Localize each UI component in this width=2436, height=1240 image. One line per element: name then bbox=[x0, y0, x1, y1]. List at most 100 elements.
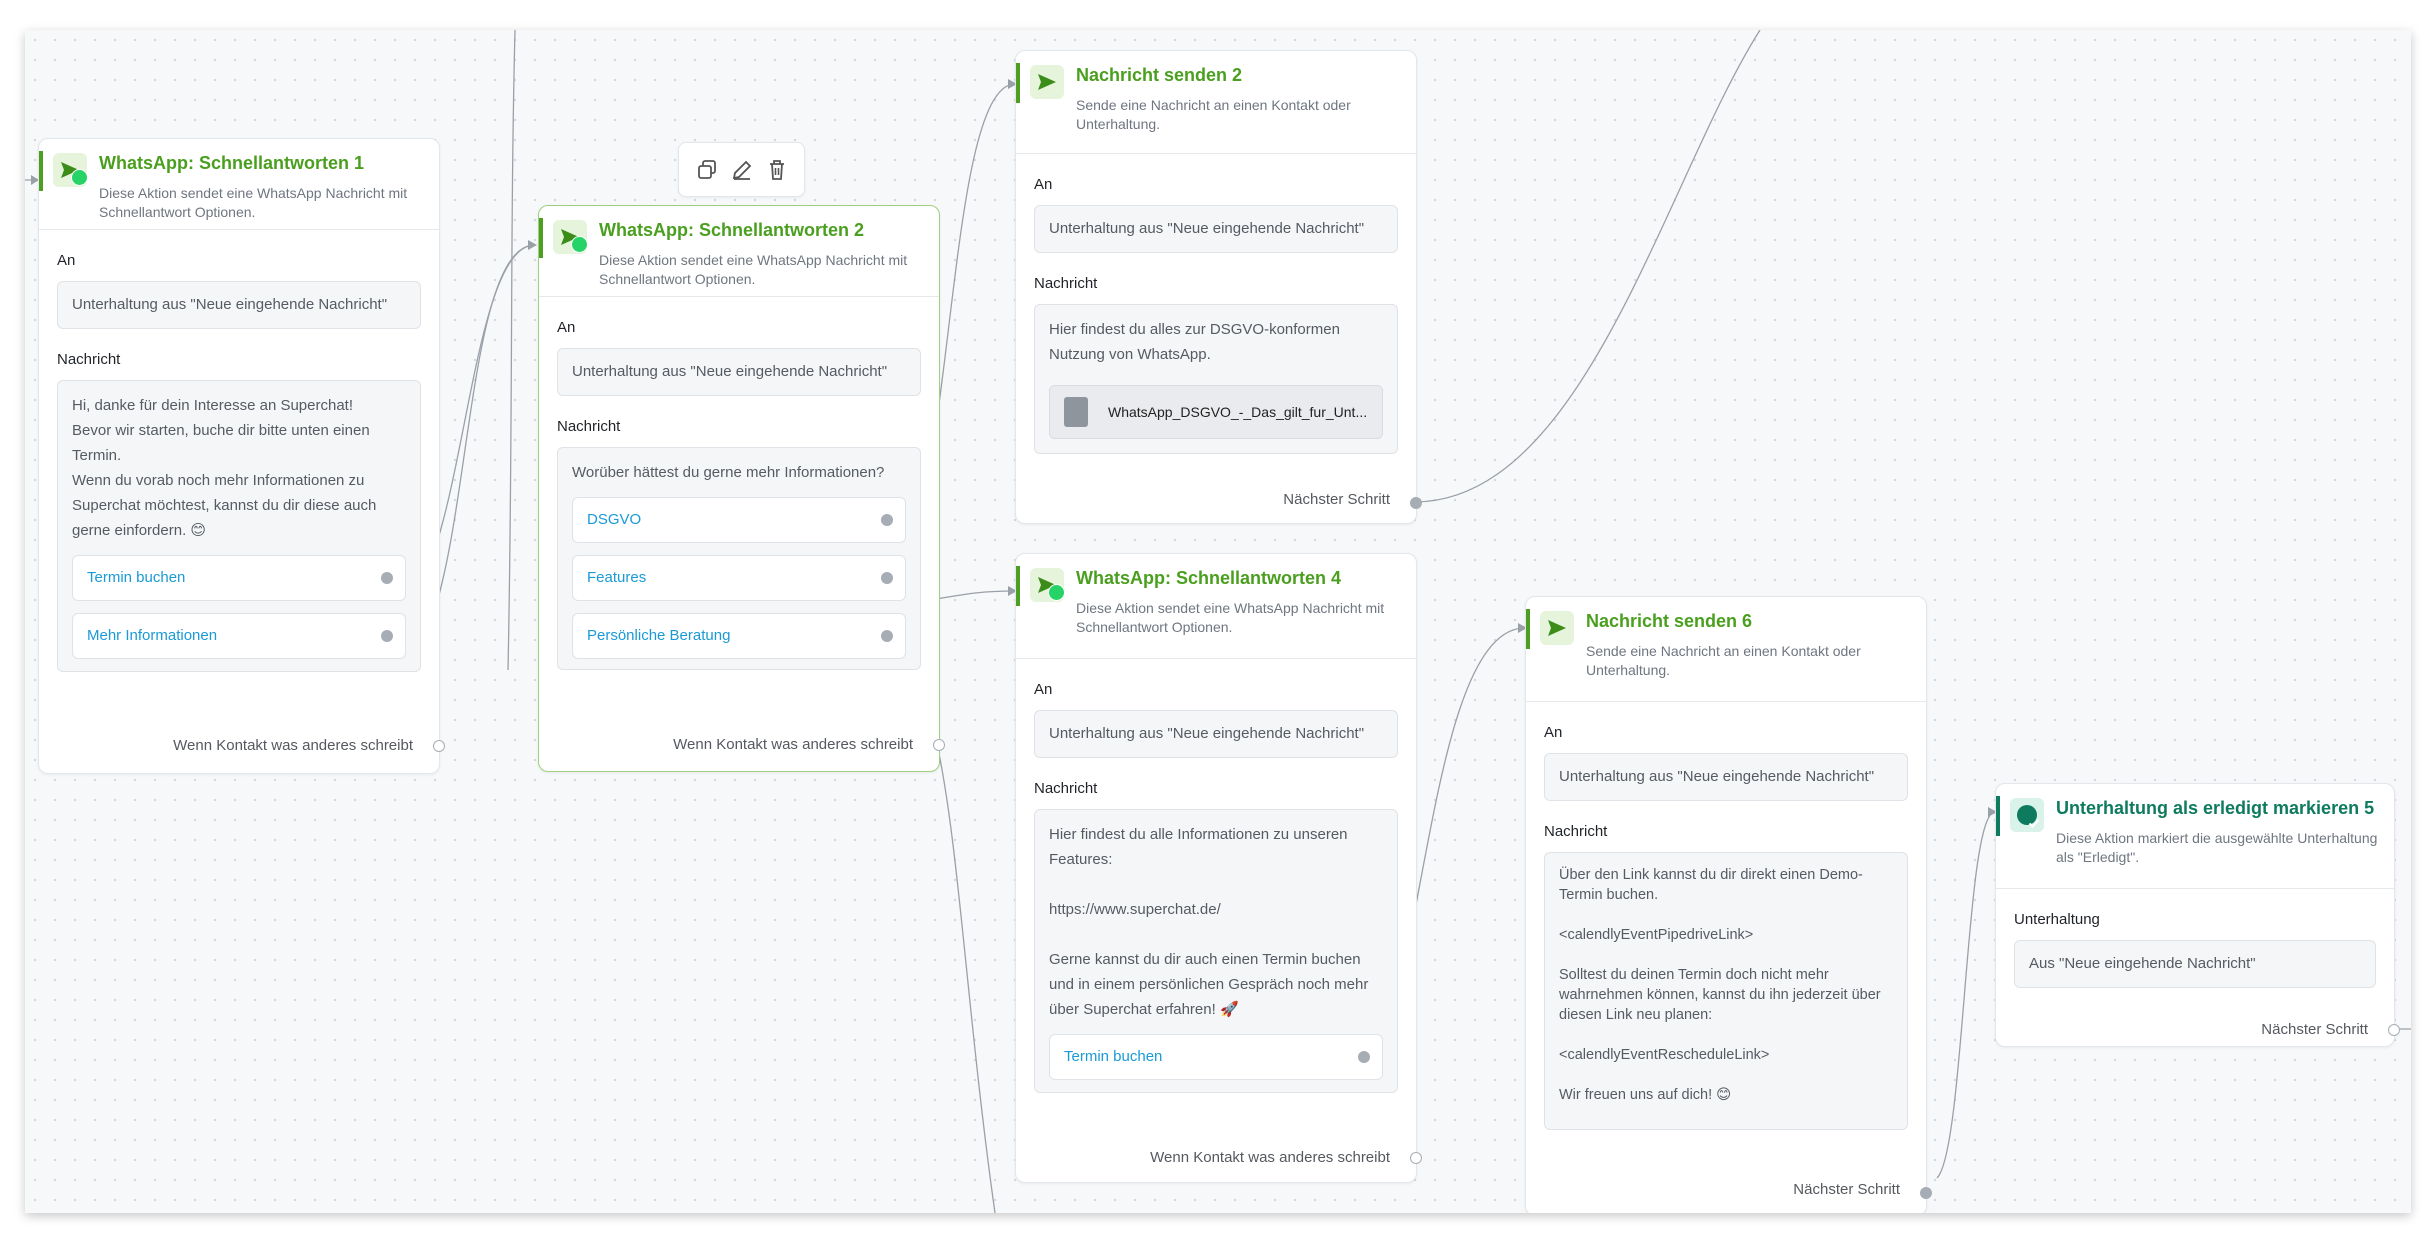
message-line bbox=[1049, 922, 1383, 947]
message-line: Solltest du deinen Termin doch nicht meh… bbox=[1559, 967, 1881, 1023]
message-line: Bevor wir starten, buche dir bitte unten… bbox=[72, 422, 370, 464]
duplicate-icon[interactable] bbox=[695, 158, 719, 182]
quick-reply-button[interactable]: Features bbox=[572, 555, 906, 601]
pdf-file-icon bbox=[1064, 397, 1088, 427]
next-step-label: Nächster Schritt bbox=[1283, 491, 1390, 508]
conversation-field[interactable]: Aus "Neue eingehende Nachricht" bbox=[2014, 940, 2376, 988]
node-title: Nachricht senden 6 bbox=[1586, 611, 1753, 631]
to-label: An bbox=[1034, 176, 1053, 193]
message-line: Wenn du vorab noch mehr Informationen zu… bbox=[72, 472, 377, 539]
message-label: Nachricht bbox=[57, 351, 121, 368]
message-line: Über den Link kannst du dir direkt einen… bbox=[1559, 867, 1863, 903]
to-field[interactable]: Unterhaltung aus "Neue eingehende Nachri… bbox=[1034, 710, 1398, 758]
whatsapp-icon bbox=[571, 236, 588, 253]
connector-handle[interactable] bbox=[881, 572, 893, 584]
node-unterhaltung-erledigt-5[interactable]: Unterhaltung als erledigt markieren 5 Di… bbox=[1995, 783, 2400, 1047]
connector-handle[interactable] bbox=[381, 572, 393, 584]
message-line: <calendlyEventRescheduleLink> bbox=[1559, 1047, 1770, 1063]
quick-reply-label: Mehr Informationen bbox=[87, 627, 218, 644]
flow-canvas[interactable]: WhatsApp: Schnellantworten 1 Diese Aktio… bbox=[25, 30, 2411, 1213]
connector-handle[interactable] bbox=[1920, 1187, 1932, 1199]
message-field[interactable]: Hier findest du alles zur DSGVO-konforme… bbox=[1034, 304, 1398, 454]
quick-reply-label: Persönliche Beratung bbox=[587, 627, 731, 644]
delete-icon[interactable] bbox=[765, 158, 789, 182]
message-field[interactable]: Über den Link kannst du dir direkt einen… bbox=[1544, 852, 1908, 1130]
message-field[interactable]: Worüber hättest du gerne mehr Informatio… bbox=[557, 447, 921, 670]
node-whatsapp-schnellantworten-2[interactable]: WhatsApp: Schnellantworten 2 Diese Aktio… bbox=[538, 205, 945, 772]
fallback-label: Wenn Kontakt was anderes schreibt bbox=[673, 736, 913, 753]
check-circle-icon bbox=[2010, 798, 2044, 832]
to-field[interactable]: Unterhaltung aus "Neue eingehende Nachri… bbox=[1034, 205, 1398, 253]
whatsapp-icon bbox=[71, 169, 88, 186]
message-line: Worüber hättest du gerne mehr Informatio… bbox=[572, 464, 885, 481]
connector-handle[interactable] bbox=[381, 630, 393, 642]
message-label: Nachricht bbox=[1544, 823, 1608, 840]
message-line bbox=[1049, 872, 1383, 897]
node-nachricht-senden-6[interactable]: Nachricht senden 6 Sende eine Nachricht … bbox=[1525, 596, 1932, 1213]
node-whatsapp-schnellantworten-4[interactable]: WhatsApp: Schnellantworten 4 Diese Aktio… bbox=[1015, 553, 1422, 1183]
to-label: An bbox=[57, 252, 76, 269]
connector-handle[interactable] bbox=[1410, 1152, 1422, 1164]
message-line bbox=[1559, 905, 1893, 925]
node-whatsapp-schnellantworten-1[interactable]: WhatsApp: Schnellantworten 1 Diese Aktio… bbox=[38, 138, 445, 774]
next-step-label: Nächster Schritt bbox=[1793, 1181, 1900, 1198]
edge-n5-next-to-n6 bbox=[1936, 811, 1996, 1179]
next-step-label: Nächster Schritt bbox=[2261, 1021, 2368, 1038]
message-label: Nachricht bbox=[557, 418, 621, 435]
message-line: Hier findest du alles zur DSGVO-konforme… bbox=[1049, 321, 1340, 363]
node-header: Unterhaltung als erledigt markieren 5 Di… bbox=[1996, 784, 2394, 889]
message-field[interactable]: Hier findest du alle Informationen zu un… bbox=[1034, 809, 1398, 1093]
node-title: Unterhaltung als erledigt markieren 5 bbox=[2056, 798, 2375, 818]
to-label: An bbox=[1544, 724, 1563, 741]
connector-handle[interactable] bbox=[433, 740, 445, 752]
node-description: Diese Aktion sendet eine WhatsApp Nachri… bbox=[99, 185, 408, 220]
quick-reply-button[interactable]: Persönliche Beratung bbox=[572, 613, 906, 659]
node-title: Nachricht senden 2 bbox=[1076, 65, 1243, 85]
quick-reply-button[interactable]: Termin buchen bbox=[1049, 1034, 1383, 1080]
to-field[interactable]: Unterhaltung aus "Neue eingehende Nachri… bbox=[57, 281, 421, 329]
connector-handle[interactable] bbox=[933, 739, 945, 751]
attachment-filename: WhatsApp_DSGVO_-_Das_gilt_fur_Unt... bbox=[1108, 404, 1368, 420]
message-line: Wir freuen uns auf dich! 😊 bbox=[1559, 1087, 1732, 1103]
fallback-label: Wenn Kontakt was anderes schreibt bbox=[1150, 1149, 1390, 1166]
message-line: Hier findest du alle Informationen zu un… bbox=[1049, 826, 1348, 868]
to-label: An bbox=[557, 319, 576, 336]
connector-handle[interactable] bbox=[881, 630, 893, 642]
quick-reply-button[interactable]: Mehr Informationen bbox=[72, 613, 406, 659]
node-header: Nachricht senden 6 Sende eine Nachricht … bbox=[1526, 597, 1926, 702]
node-description: Diese Aktion sendet eine WhatsApp Nachri… bbox=[1076, 600, 1385, 635]
pdf-attachment[interactable]: WhatsApp_DSGVO_-_Das_gilt_fur_Unt... bbox=[1049, 385, 1383, 439]
quick-reply-label: Features bbox=[587, 569, 647, 586]
fallback-label: Wenn Kontakt was anderes schreibt bbox=[173, 737, 413, 754]
node-header: WhatsApp: Schnellantworten 1 Diese Aktio… bbox=[39, 139, 439, 230]
message-line: Gerne kannst du dir auch einen Termin bu… bbox=[1049, 951, 1369, 1018]
message-line: <calendlyEventPipedriveLink> bbox=[1559, 927, 1754, 943]
to-field[interactable]: Unterhaltung aus "Neue eingehende Nachri… bbox=[1544, 753, 1908, 801]
message-field[interactable]: Hi, danke für dein Interesse an Supercha… bbox=[57, 380, 421, 672]
quick-reply-label: DSGVO bbox=[587, 511, 642, 528]
quick-reply-button[interactable]: DSGVO bbox=[572, 497, 906, 543]
edge-n3-next-top bbox=[1413, 30, 1761, 503]
message-label: Nachricht bbox=[1034, 780, 1098, 797]
quick-reply-button[interactable]: Termin buchen bbox=[72, 555, 406, 601]
to-field[interactable]: Unterhaltung aus "Neue eingehende Nachri… bbox=[557, 348, 921, 396]
connector-handle[interactable] bbox=[1358, 1051, 1370, 1063]
quick-reply-label: Termin buchen bbox=[87, 569, 186, 586]
node-description: Diese Aktion markiert die ausgewählte Un… bbox=[2056, 830, 2378, 865]
message-line bbox=[1559, 1025, 1893, 1045]
node-description: Sende eine Nachricht an einen Kontakt od… bbox=[1076, 97, 1351, 132]
edit-icon[interactable] bbox=[730, 158, 754, 182]
message-label: Nachricht bbox=[1034, 275, 1098, 292]
node-nachricht-senden-2[interactable]: Nachricht senden 2 Sende eine Nachricht … bbox=[1015, 50, 1422, 524]
connector-handle[interactable] bbox=[2388, 1024, 2400, 1036]
message-line bbox=[1559, 945, 1893, 965]
connector-handle[interactable] bbox=[1410, 497, 1422, 509]
node-title: WhatsApp: Schnellantworten 2 bbox=[599, 220, 865, 240]
node-header: Nachricht senden 2 Sende eine Nachricht … bbox=[1016, 51, 1416, 154]
send-icon bbox=[1540, 611, 1574, 645]
connector-handle[interactable] bbox=[881, 514, 893, 526]
to-label: An bbox=[1034, 681, 1053, 698]
message-line bbox=[1559, 1065, 1893, 1085]
node-title: WhatsApp: Schnellantworten 4 bbox=[1076, 568, 1342, 588]
edge-top-left bbox=[507, 30, 516, 671]
